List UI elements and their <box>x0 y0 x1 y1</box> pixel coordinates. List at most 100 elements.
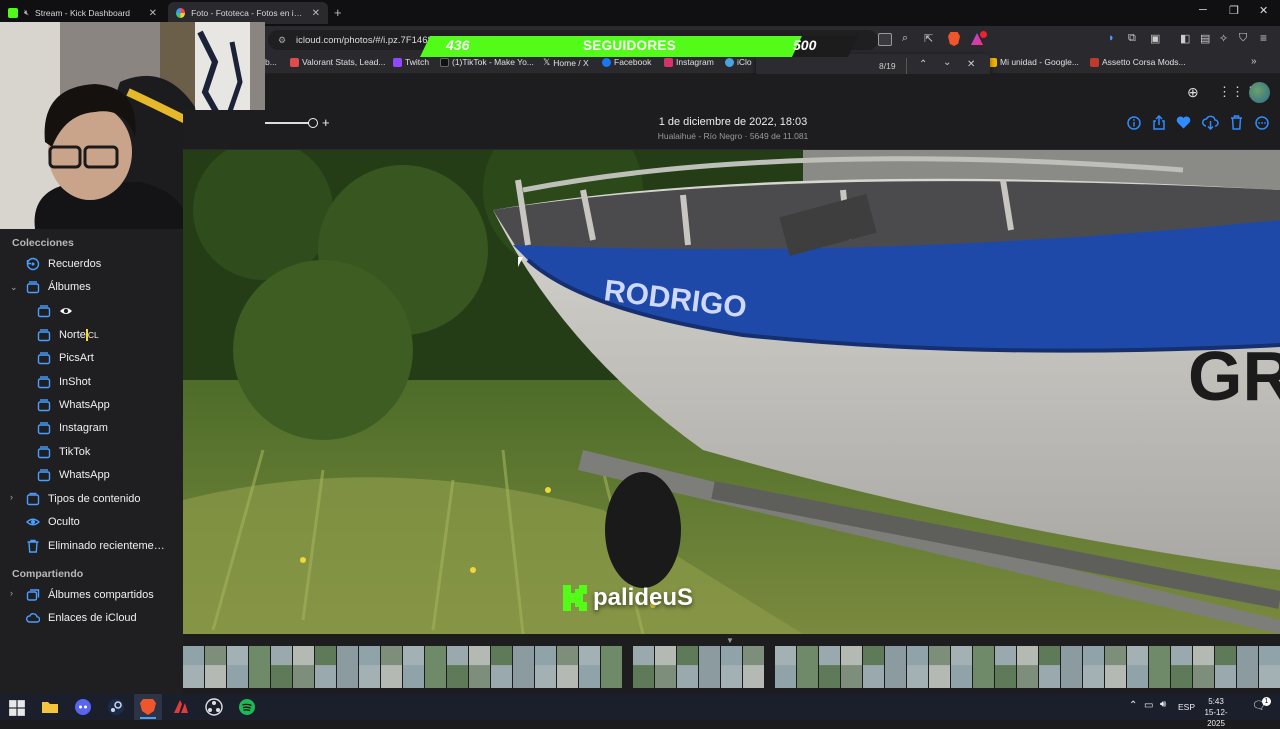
vpn-shield-icon[interactable]: ⛉ <box>1239 32 1247 45</box>
filmstrip-thumbnail[interactable] <box>1193 646 1215 688</box>
filmstrip-thumbnail[interactable] <box>315 646 337 688</box>
bookmark-tiktok[interactable]: (1)TikTok - Make Yo... <box>440 57 534 67</box>
filmstrip-thumbnail[interactable] <box>775 646 797 688</box>
filmstrip-thumbnail[interactable] <box>447 646 469 688</box>
bookmark-twitch[interactable]: Twitch <box>393 57 429 67</box>
filmstrip-thumbnail[interactable] <box>1083 646 1105 688</box>
find-close-icon[interactable]: ✕ <box>967 59 975 70</box>
zoom-icon[interactable]: ⌕ <box>902 32 908 45</box>
info-icon[interactable] <box>1127 116 1141 130</box>
extensions-icon[interactable]: ⧉ <box>1128 32 1136 45</box>
filmstrip-thumbnail[interactable] <box>513 646 535 688</box>
tab-search-icon[interactable]: ▤ <box>1200 32 1210 45</box>
keyboard-language[interactable]: ESP <box>1178 702 1195 712</box>
bookmark-assetto[interactable]: Assetto Corsa Mods... <box>1090 57 1186 67</box>
filmstrip-thumbnail[interactable] <box>491 646 513 688</box>
filmstrip-thumbnail[interactable] <box>227 646 249 688</box>
discord-icon[interactable] <box>74 698 92 716</box>
sidebar-item-whatsapp[interactable]: WhatsApp <box>37 395 110 415</box>
share-icon[interactable]: ⇱ <box>924 32 933 45</box>
more-bookmarks-icon[interactable]: » <box>1251 56 1257 67</box>
filmstrip-thumbnail[interactable] <box>1149 646 1171 688</box>
riot-games-icon[interactable] <box>172 698 190 716</box>
sparkle-icon[interactable]: ✧ <box>1219 32 1228 45</box>
filmstrip-thumbnail[interactable] <box>381 646 403 688</box>
sidebar-item-norte-cl[interactable]: Norte CL <box>37 325 99 345</box>
find-input[interactable] <box>762 58 870 75</box>
find-next-icon[interactable]: ⌄ <box>943 57 951 68</box>
filmstrip-thumbnail[interactable] <box>579 646 601 688</box>
filmstrip-thumbnail[interactable] <box>425 646 447 688</box>
filmstrip-thumbnail[interactable] <box>863 646 885 688</box>
filmstrip-thumbnail[interactable] <box>743 646 765 688</box>
filmstrip-thumbnail[interactable] <box>1171 646 1193 688</box>
chevron-right-icon[interactable]: › <box>10 588 13 598</box>
sidebar-item-recuerdos[interactable]: Recuerdos <box>26 254 101 274</box>
filmstrip-thumbnail[interactable] <box>929 646 951 688</box>
minimize-button[interactable]: ─ <box>1199 4 1207 16</box>
sidebar-item-albumes-compartidos[interactable]: Álbumes compartidos <box>26 585 154 605</box>
sidebar-item-oculto[interactable]: Oculto <box>26 512 80 532</box>
avatar[interactable] <box>1249 82 1270 103</box>
bookmark-icloud[interactable]: iClo <box>725 57 752 67</box>
sidebar-toggle-icon[interactable]: ◧ <box>1180 32 1190 45</box>
bookmark-partial[interactable]: b... <box>265 57 277 67</box>
filmstrip-thumbnail[interactable] <box>337 646 359 688</box>
new-tab-button[interactable]: + <box>334 5 342 20</box>
sidebar-item-tipos-de-contenido[interactable]: Tipos de contenido <box>26 489 141 509</box>
filmstrip-thumbnail[interactable] <box>633 646 655 688</box>
leo-ai-icon[interactable]: ◗ <box>1108 32 1115 44</box>
favorite-heart-icon[interactable] <box>1176 116 1191 129</box>
filmstrip-thumbnail[interactable] <box>885 646 907 688</box>
bookmark-x[interactable]: 𝕏 Home / X <box>543 57 589 68</box>
filmstrip-thumbnail[interactable] <box>1259 646 1280 688</box>
zoom-slider-track[interactable] <box>265 122 313 124</box>
reader-mode-icon[interactable] <box>878 33 892 46</box>
download-cloud-icon[interactable] <box>1202 115 1219 130</box>
filmstrip-thumbnail[interactable] <box>359 646 381 688</box>
filmstrip-thumbnail[interactable] <box>271 646 293 688</box>
filmstrip-thumbnail[interactable] <box>535 646 557 688</box>
windows-start-icon[interactable] <box>8 699 26 717</box>
filmstrip-thumbnail[interactable] <box>183 646 205 688</box>
sidebar-item-album-hidden-name[interactable] <box>37 301 73 321</box>
filmstrip-thumbnail[interactable] <box>293 646 315 688</box>
more-options-icon[interactable] <box>1255 116 1269 130</box>
filmstrip-thumbnail[interactable] <box>1237 646 1259 688</box>
sidebar-item-albumes[interactable]: Álbumes <box>26 277 91 297</box>
filmstrip-thumbnail[interactable] <box>1039 646 1061 688</box>
filmstrip-thumbnail[interactable] <box>819 646 841 688</box>
bookmark-google-drive[interactable]: Mi unidad - Google... <box>988 57 1079 67</box>
close-tab-icon[interactable]: ✕ <box>149 8 157 19</box>
filmstrip-thumbnail[interactable] <box>677 646 699 688</box>
brave-browser-icon[interactable] <box>139 698 157 716</box>
tab-icloud-photos[interactable]: Foto - Fototeca - Fotos en iCloud ✕ <box>168 2 328 24</box>
menu-icon[interactable]: ≡ <box>1260 31 1267 45</box>
close-tab-icon[interactable]: ✕ <box>312 8 320 19</box>
bookmark-facebook[interactable]: Facebook <box>602 57 651 67</box>
filmstrip-thumbnail[interactable] <box>403 646 425 688</box>
filmstrip-thumbnail[interactable] <box>841 646 863 688</box>
filmstrip-thumbnail[interactable] <box>797 646 819 688</box>
filmstrip-thumbnail[interactable] <box>907 646 929 688</box>
filmstrip-thumbnail[interactable] <box>995 646 1017 688</box>
filmstrip-thumbnail[interactable] <box>1105 646 1127 688</box>
tray-overflow-icon[interactable]: ⌃ <box>1129 700 1137 711</box>
filmstrip-thumbnail[interactable] <box>973 646 995 688</box>
add-icon[interactable]: ⊕ <box>1187 84 1199 101</box>
sidebar-item-whatsapp-2[interactable]: WhatsApp <box>37 465 110 485</box>
filmstrip-thumbnail[interactable] <box>655 646 677 688</box>
volume-icon[interactable]: 🔊︎ <box>1160 699 1166 710</box>
mute-icon[interactable]: 🔇︎ <box>24 8 29 18</box>
share-photo-icon[interactable] <box>1152 115 1166 130</box>
bookmark-valorant[interactable]: Valorant Stats, Lead... <box>290 57 385 67</box>
find-previous-icon[interactable]: ⌃ <box>919 59 927 70</box>
spotify-icon[interactable] <box>238 698 256 716</box>
chevron-down-icon[interactable]: ⌄ <box>10 282 18 293</box>
filmstrip-thumbnail[interactable] <box>205 646 227 688</box>
sidebar-item-instagram[interactable]: Instagram <box>37 418 108 438</box>
zoom-slider-thumb[interactable] <box>308 118 318 128</box>
filmstrip-thumbnail[interactable] <box>557 646 579 688</box>
system-clock[interactable]: 5:43 15-12-2025 <box>1196 696 1236 729</box>
filmstrip-thumbnail[interactable] <box>721 646 743 688</box>
